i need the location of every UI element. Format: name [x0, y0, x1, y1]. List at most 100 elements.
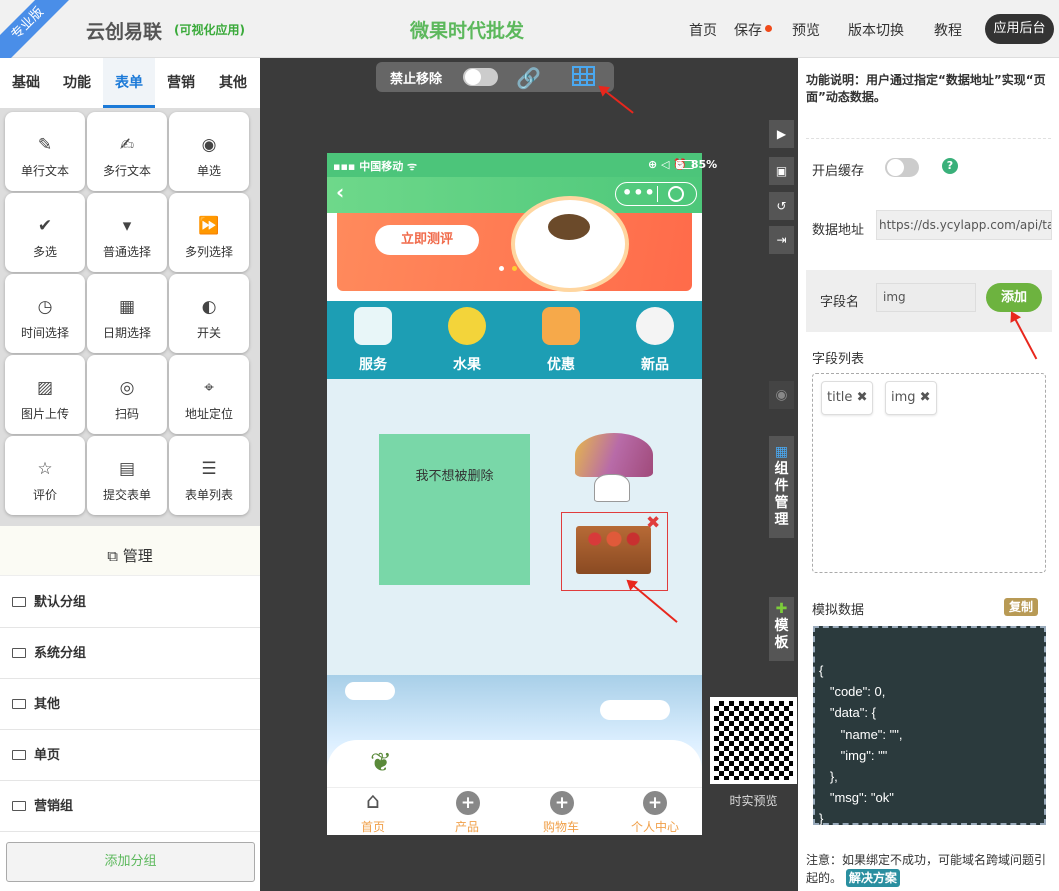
play-icon[interactable]: ▶ — [769, 120, 794, 148]
link-icon[interactable]: 🔗 — [516, 66, 541, 90]
nav-home[interactable]: 首页 — [689, 20, 717, 40]
component-fast-forward[interactable]: ⏩ 多列选择 — [169, 193, 249, 272]
medical-kit-icon[interactable] — [354, 307, 392, 345]
app-admin-button[interactable]: 应用后台 — [985, 14, 1054, 44]
nav-label-service[interactable]: 服务 — [343, 354, 403, 374]
nav-preview[interactable]: 预览 — [792, 20, 820, 40]
group-single-page[interactable]: 单页 — [0, 730, 260, 781]
group-default[interactable]: 默认分组 — [0, 577, 260, 628]
image-icon: ▨ — [36, 378, 54, 398]
folder-icon — [12, 801, 26, 811]
field-chip-title[interactable]: title ✖ — [821, 381, 874, 415]
component-save[interactable]: ▤ 提交表单 — [87, 436, 167, 515]
toggle-knob — [465, 69, 481, 85]
add-field-button[interactable]: 添加 — [986, 283, 1042, 312]
tab-basic[interactable]: 基础 — [0, 58, 52, 108]
fast-forward-icon: ⏩ — [198, 216, 220, 236]
nav-label-discount[interactable]: 优惠 — [531, 354, 591, 374]
remove-icon[interactable]: ✖ — [920, 390, 931, 405]
map-pin-icon: ⌖ — [204, 378, 214, 398]
folder-icon — [12, 750, 26, 760]
add-group-button[interactable]: 添加分组 — [6, 842, 255, 882]
banner-dot — [499, 266, 504, 271]
nav-label-new[interactable]: 新品 — [625, 354, 685, 374]
component-list[interactable]: ☰ 表单列表 — [169, 436, 249, 515]
template-button[interactable]: ✚ 模板 — [769, 597, 794, 661]
tabbar-profile[interactable]: 个人中心 — [615, 818, 695, 835]
component-toggle[interactable]: ◐ 开关 — [169, 274, 249, 353]
login-icon[interactable]: ⇥ — [769, 226, 794, 254]
solution-button[interactable]: 解决方案 — [845, 869, 900, 887]
folder-icon — [12, 699, 26, 709]
component-label: 时间选择 — [20, 326, 69, 340]
component-pencil[interactable]: ✎ 单行文本 — [5, 112, 85, 191]
group-label: 系统分组 — [34, 646, 87, 661]
mushroom-image[interactable] — [575, 433, 653, 477]
radio-icon: ◉ — [201, 135, 217, 155]
component-label: 单行文本 — [20, 164, 69, 178]
component-label: 多列选择 — [184, 245, 233, 259]
folder-icon — [12, 648, 26, 658]
tab-function[interactable]: 功能 — [51, 58, 103, 108]
group-other[interactable]: 其他 — [0, 679, 260, 730]
tabbar-home[interactable]: 首页 — [333, 818, 413, 835]
image-icon[interactable]: ▣ — [769, 157, 794, 185]
lemon-icon[interactable] — [448, 307, 486, 345]
component-check-circle[interactable]: ✔ 多选 — [5, 193, 85, 272]
group-label: 营销组 — [34, 799, 74, 814]
nav-version-switch[interactable]: 版本切换 — [848, 20, 904, 40]
function-description: 功能说明：用户通过指定“数据地址”实现“页面”动态数据。 — [806, 73, 1046, 104]
tab-marketing[interactable]: 营销 — [155, 58, 207, 108]
remove-icon[interactable]: ✖ — [857, 390, 868, 405]
plus-icon: ✚ — [775, 601, 788, 617]
plus-icon[interactable]: + — [643, 791, 667, 815]
data-url-input[interactable]: https://ds.ycylapp.com/api/tabc/t — [876, 210, 1052, 240]
copy-button[interactable]: 复制 — [1004, 598, 1038, 616]
mock-data-code[interactable]: { "code": 0, "data": { "name": "", "img"… — [813, 626, 1046, 826]
tabbar-cart[interactable]: 购物车 — [521, 818, 601, 835]
plus-icon[interactable]: + — [456, 791, 480, 815]
logo-subtitle: (可视化应用) — [174, 23, 245, 37]
cat-icon[interactable] — [636, 307, 674, 345]
delete-icon[interactable]: ✖ — [646, 513, 660, 533]
group-system[interactable]: 系统分组 — [0, 628, 260, 679]
history-icon[interactable]: ↺ — [769, 192, 794, 220]
component-clock[interactable]: ◷ 时间选择 — [5, 274, 85, 353]
text-block-label: 我不想被删除 — [415, 469, 494, 484]
eye-slash-icon[interactable]: ◉ — [769, 381, 794, 409]
component-label: 图片上传 — [20, 407, 69, 421]
gift-icon[interactable] — [542, 307, 580, 345]
component-caret-down[interactable]: ▾ 普通选择 — [87, 193, 167, 272]
field-name-input[interactable]: img — [876, 283, 976, 312]
component-label: 多选 — [32, 245, 57, 259]
component-camera[interactable]: ◎ 扫码 — [87, 355, 167, 434]
component-edit[interactable]: ✍ 多行文本 — [87, 112, 167, 191]
home-icon[interactable]: ⌂ — [361, 790, 385, 814]
component-calendar[interactable]: ▦ 日期选择 — [87, 274, 167, 353]
component-star[interactable]: ☆ 评价 — [5, 436, 85, 515]
component-manage-button[interactable]: ▦ 组件管理 — [769, 436, 794, 538]
component-image[interactable]: ▨ 图片上传 — [5, 355, 85, 434]
banner-food-image — [548, 214, 590, 240]
component-radio[interactable]: ◉ 单选 — [169, 112, 249, 191]
banner-button[interactable]: 立即测评 — [375, 225, 479, 255]
plus-icon[interactable]: + — [550, 791, 574, 815]
nav-label-fruit[interactable]: 水果 — [437, 354, 497, 374]
nav-tutorial[interactable]: 教程 — [934, 20, 962, 40]
component-map-pin[interactable]: ⌖ 地址定位 — [169, 355, 249, 434]
component-label: 开关 — [196, 326, 221, 340]
manage-bar[interactable]: ⧉ 管理 — [0, 526, 260, 576]
logo: 云创易联 — [86, 21, 163, 43]
tab-form[interactable]: 表单 — [103, 58, 155, 108]
back-icon[interactable]: ‹ — [336, 180, 344, 204]
group-marketing[interactable]: 营销组 — [0, 781, 260, 832]
field-chip-img[interactable]: img ✖ — [885, 381, 937, 415]
tab-other[interactable]: 其他 — [207, 58, 259, 108]
help-icon[interactable]: ? — [942, 158, 958, 174]
table-icon[interactable] — [572, 66, 595, 86]
cloud-shape — [345, 682, 395, 700]
annotation-arrow — [599, 86, 634, 114]
text-block[interactable] — [379, 434, 530, 585]
nav-save[interactable]: 保存 — [734, 20, 762, 40]
tabbar-products[interactable]: 产品 — [427, 818, 507, 835]
